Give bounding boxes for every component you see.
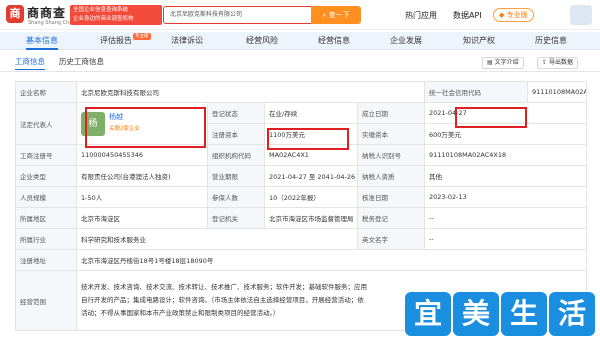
brand-name[interactable]: 商商查 [27,4,66,21]
search-icon: ⌕ [322,11,327,19]
reg-authority-value: 北京市海淀区市场监督管理局 [264,207,358,229]
user-avatar[interactable] [570,5,592,25]
watermark-logo: 宜 美 生 活 [405,292,595,336]
table-row: 所属地区 北京市海淀区 登记机关 北京市海淀区市场监督管理局 税务登记 -- [15,207,587,229]
avatar: 杨 [81,111,105,136]
text-intro-label: 文字介绍 [494,59,519,66]
legal-rep-name-link[interactable]: 杨越 [109,113,123,121]
promo-banner[interactable]: 全国企业信息查询系统 企业身边的商业调查机构 [70,5,162,25]
sub-tabs: 工商信息 历史工商信息 ▤ 文字介绍 ⇪ 导出数据 [0,52,600,72]
approval-date-value: 2023-02-13 [424,186,587,208]
table-row: 注册地址 北京市海淀区丹棱街18号1号楼18层18090号 [15,249,587,271]
banner-line1: 全国企业信息查询系统 [73,7,129,13]
reg-capital-label: 注册资本 [207,123,265,145]
staff-size-label: 人员规模 [15,186,77,208]
reg-status-label: 登记状态 [207,102,265,124]
legal-rep-label: 法定代表人 [15,102,77,145]
tab-pro-badge: 专业版 [133,33,151,40]
tab-operating-risk[interactable]: 经营风险 [246,32,278,50]
vip-button[interactable]: ◆ 专业版 [493,8,534,22]
export-data-button[interactable]: ⇪ 导出数据 [537,57,578,69]
watermark-char: 美 [453,292,499,336]
company-name-value: 北京尼欧克斯科技有限公司 [76,81,425,103]
tab-development[interactable]: 企业发展 [390,32,422,50]
taxpayer-qual-label: 纳税人资质 [357,165,425,187]
biz-term-value: 2021-04-27 至 2041-04-26 [264,165,358,187]
reg-no-value: 110000450455346 [76,144,208,166]
brand-name-en: Shang Shang Cha [28,20,73,26]
data-api-link[interactable]: 数据API [453,10,482,21]
english-name-label: 英文名字 [357,228,425,250]
tab-basic-info[interactable]: 基本信息 [26,32,58,50]
table-row: 人员规模 1-50人 参保人数 10（2022年报） 核准日期 2023-02-… [15,186,587,208]
taxpayer-id-label: 纳税人识别号 [357,144,425,166]
hot-apps-link[interactable]: 热门应用 [405,10,437,21]
company-type-value: 有限责任公司(台港澳法人独资) [76,165,208,187]
logo-icon[interactable]: 商 [6,5,24,23]
legal-rep-cell: 杨杨越关联2家企业 [76,102,208,145]
reg-authority-label: 登记机关 [207,207,265,229]
table-row: 企业类型 有限责任公司(台港澳法人独资) 营业期限 2021-04-27 至 2… [15,165,587,187]
reg-status-value: 在业/存续 [264,102,358,124]
diamond-icon: ◆ [499,11,505,19]
banner-line2: 企业身边的商业调查机构 [73,16,134,22]
reg-no-label: 工商注册号 [15,144,77,166]
insured-label: 参保人数 [207,186,265,208]
tab-history[interactable]: 历史信息 [535,32,567,50]
watermark-char: 活 [549,292,595,336]
text-intro-button[interactable]: ▤ 文字介绍 [482,57,524,69]
taxpayer-id-value: 91110108MA02AC4X18 [424,144,587,166]
top-header: 商 商商查 Shang Shang Cha 全国企业信息查询系统 企业身边的商业… [0,0,600,30]
subtab-history-business-info[interactable]: 历史工商信息 [59,56,104,67]
credit-code-value: 91110108MA02AC4X18 [527,81,587,103]
search-button[interactable]: ⌕ 查一下 [311,6,361,24]
paid-capital-label: 实缴资本 [357,123,425,145]
biz-term-label: 营业期限 [207,165,265,187]
address-label: 注册地址 [15,249,77,271]
credit-code-label: 统一社会信用代码 [424,81,528,103]
industry-label: 所属行业 [15,228,77,250]
org-code-label: 组织机构代码 [207,144,265,166]
table-row: 法定代表人 杨杨越关联2家企业 登记状态 在业/存续 成立日期 2021-04-… [15,102,587,145]
tab-litigation[interactable]: 法律诉讼 [171,32,203,50]
vip-label: 专业版 [506,11,528,19]
watermark-char: 宜 [405,292,451,336]
tab-assessment-report[interactable]: 评估报告 [100,32,132,50]
approval-date-label: 核准日期 [357,186,425,208]
table-row: 企业名称 北京尼欧克斯科技有限公司 统一社会信用代码 91110108MA02A… [15,81,587,103]
search-input[interactable]: 北京尼欧克斯科技有限公司 [163,6,311,24]
est-date-value: 2021-04-27 [424,102,587,124]
document-icon: ▤ [487,59,493,66]
main-tabs: 基本信息 评估报告 专业版 法律诉讼 经营风险 经营信息 企业发展 知识产权 历… [0,32,600,50]
export-data-label: 导出数据 [548,59,573,66]
tab-operating-info[interactable]: 经营信息 [318,32,350,50]
org-code-value: MA02AC4X1 [264,144,358,166]
reg-capital-value: 1100万美元 [264,123,358,145]
subtab-business-info[interactable]: 工商信息 [15,56,45,70]
company-name-label: 企业名称 [15,81,77,103]
table-row: 工商注册号 110000450455346 组织机构代码 MA02AC4X1 纳… [15,144,587,166]
tab-ip[interactable]: 知识产权 [463,32,495,50]
scope-label: 经营范围 [15,270,77,331]
related-companies-link[interactable]: 关联2家企业 [109,126,140,132]
search-button-label: 查一下 [328,11,350,19]
region-value: 北京市海淀区 [76,207,208,229]
company-type-label: 企业类型 [15,165,77,187]
region-label: 所属地区 [15,207,77,229]
tax-authority-label: 税务登记 [357,207,425,229]
taxpayer-qual-value: 其他 [424,165,587,187]
paid-capital-value: 600万美元 [424,123,587,145]
watermark-char: 生 [501,292,547,336]
address-value: 北京市海淀区丹棱街18号1号楼18层18090号 [76,249,587,271]
industry-value: 科学研究和技术服务业 [76,228,358,250]
english-name-value: -- [424,228,587,250]
table-row: 所属行业 科学研究和技术服务业 英文名字 -- [15,228,587,250]
export-icon: ⇪ [542,59,548,66]
tax-authority-value: -- [424,207,587,229]
est-date-label: 成立日期 [357,102,425,124]
staff-size-value: 1-50人 [76,186,208,208]
insured-value: 10（2022年报） [264,186,358,208]
